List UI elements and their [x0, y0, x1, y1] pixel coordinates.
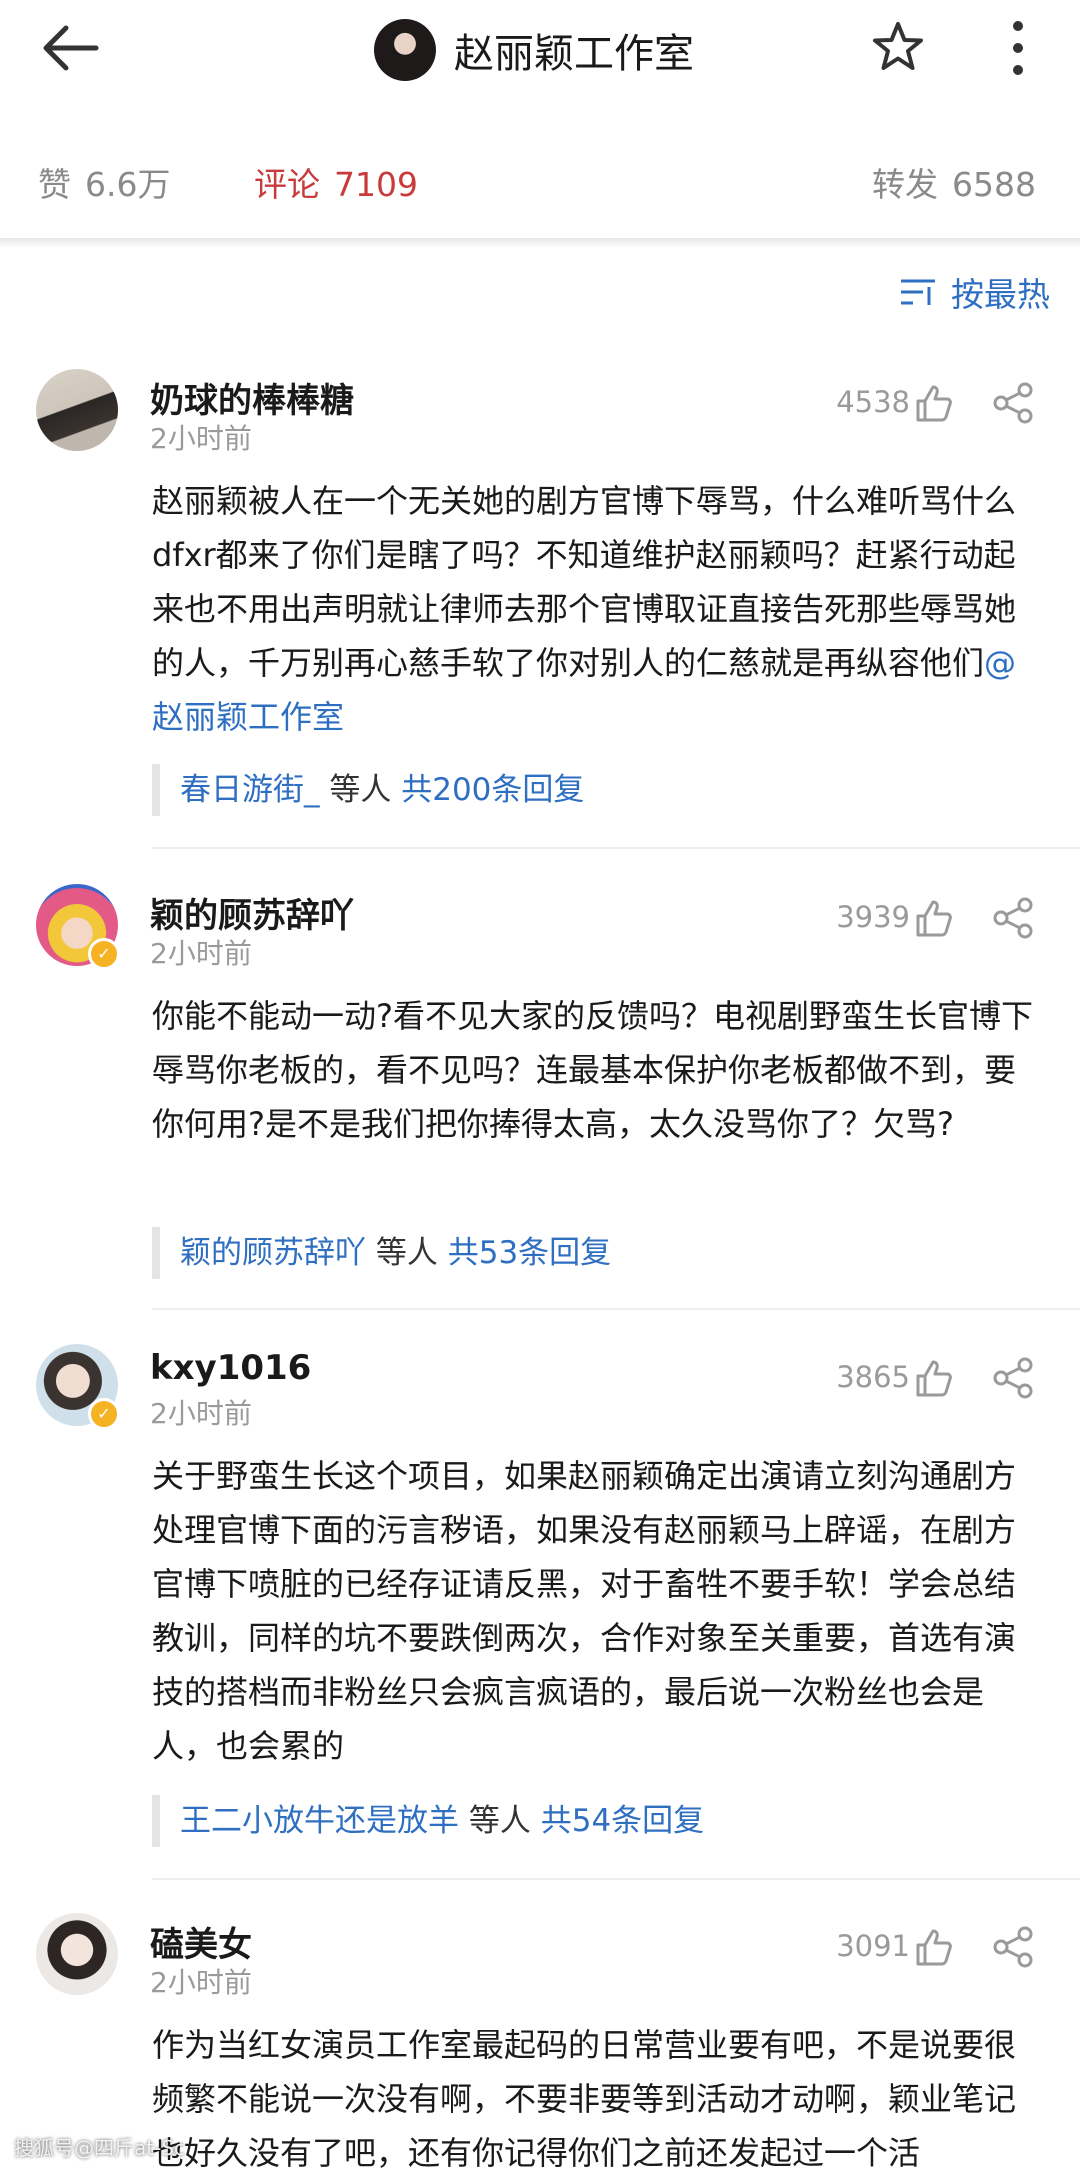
tab-comments[interactable]: 评论 7109 [254, 158, 418, 206]
avatar[interactable] [36, 369, 118, 451]
comment-text: 作为当红女演员工作室最起码的日常营业要有吧，不是说要很频繁不能说一次没有啊，不要… [152, 2026, 1017, 2168]
divider [152, 847, 1080, 849]
comments-label: 评论 [254, 165, 320, 204]
sort-icon [901, 279, 935, 305]
tab-likes[interactable]: 赞 6.6万 [38, 158, 170, 206]
reply-connector: 等人 [319, 772, 402, 808]
back-arrow-icon[interactable] [36, 20, 106, 76]
page-title: 赵丽颖工作室 [454, 31, 694, 77]
header-shadow [0, 238, 1080, 248]
comment-time: 2小时前 [150, 1966, 252, 1999]
comment-username[interactable]: 颖的顾苏辞吖 [150, 888, 354, 937]
comment-time: 2小时前 [150, 1397, 252, 1430]
tab-reposts[interactable]: 转发 6588 [872, 158, 1036, 206]
thumbs-up-icon[interactable] [914, 383, 954, 423]
verified-badge-icon: ✓ [88, 1398, 120, 1430]
avatar[interactable] [36, 1913, 118, 1995]
reply-total[interactable]: 共53条回复 [448, 1235, 611, 1271]
thumbs-up-icon[interactable] [914, 1927, 954, 1967]
account-avatar[interactable] [374, 19, 436, 81]
reply-summary[interactable]: 王二小放牛还是放羊 等人 共54条回复 [152, 1795, 704, 1847]
thumbs-up-icon[interactable] [914, 898, 954, 938]
reply-total[interactable]: 共200条回复 [401, 772, 584, 808]
share-icon[interactable] [992, 897, 1034, 939]
comment-username[interactable]: 奶球的棒棒糖 [150, 373, 354, 422]
reply-summary[interactable]: 春日游街_ 等人 共200条回复 [152, 764, 584, 816]
share-icon[interactable] [992, 1357, 1034, 1399]
comment-time: 2小时前 [150, 422, 252, 455]
reply-user[interactable]: 颖的顾苏辞吖 [180, 1235, 366, 1271]
like-count: 3865 [836, 1360, 910, 1394]
comment-text: 赵丽颖被人在一个无关她的剧方官博下辱骂，什么难听骂什么dfxr都来了你们是瞎了吗… [152, 482, 1017, 736]
divider [152, 1308, 1080, 1310]
comment-time: 2小时前 [150, 937, 252, 970]
top-bar: 赵丽颖工作室 [0, 0, 1080, 100]
comment-username[interactable]: kxy1016 [150, 1348, 311, 1388]
comment-username[interactable]: 磕美女 [150, 1917, 252, 1966]
divider [152, 1878, 1080, 1880]
likes-value: 6.6万 [85, 165, 171, 204]
sort-button[interactable]: 按最热 [899, 268, 1050, 316]
thumbs-up-icon[interactable] [914, 1358, 954, 1398]
page-title-group: 赵丽颖工作室 [374, 15, 694, 85]
reply-connector: 等人 [366, 1235, 448, 1271]
reply-user[interactable]: 春日游街_ [180, 772, 320, 808]
comment-text: 你能不能动一动?看不见大家的反馈吗？电视剧野蛮生长官博下辱骂你老板的，看不见吗？… [152, 997, 1033, 1143]
share-icon[interactable] [992, 1926, 1034, 1968]
stats-tabs: 赞 6.6万 评论 7109 转发 6588 [0, 130, 1080, 230]
more-options-icon[interactable] [1000, 16, 1036, 80]
star-favorite-icon[interactable] [868, 18, 928, 78]
reposts-label: 转发 [872, 165, 938, 204]
reply-connector: 等人 [459, 1803, 541, 1839]
reposts-value: 6588 [952, 165, 1036, 204]
watermark: 搜狐号@四斤at-Sc [14, 2136, 186, 2160]
sort-label: 按最热 [951, 275, 1050, 314]
reply-summary[interactable]: 颖的顾苏辞吖 等人 共53条回复 [152, 1227, 611, 1279]
reply-total[interactable]: 共54条回复 [541, 1803, 704, 1839]
like-count: 3939 [836, 900, 910, 934]
likes-label: 赞 [38, 165, 71, 204]
like-count: 3091 [836, 1929, 910, 1963]
verified-badge-icon: ✓ [88, 938, 120, 970]
comment-text: 关于野蛮生长这个项目，如果赵丽颖确定出演请立刻沟通剧方处理官博下面的污言秽语，如… [152, 1457, 1017, 1765]
reply-user[interactable]: 王二小放牛还是放羊 [180, 1803, 459, 1839]
like-count: 4538 [836, 385, 910, 419]
comments-value: 7109 [334, 165, 418, 204]
share-icon[interactable] [992, 382, 1034, 424]
